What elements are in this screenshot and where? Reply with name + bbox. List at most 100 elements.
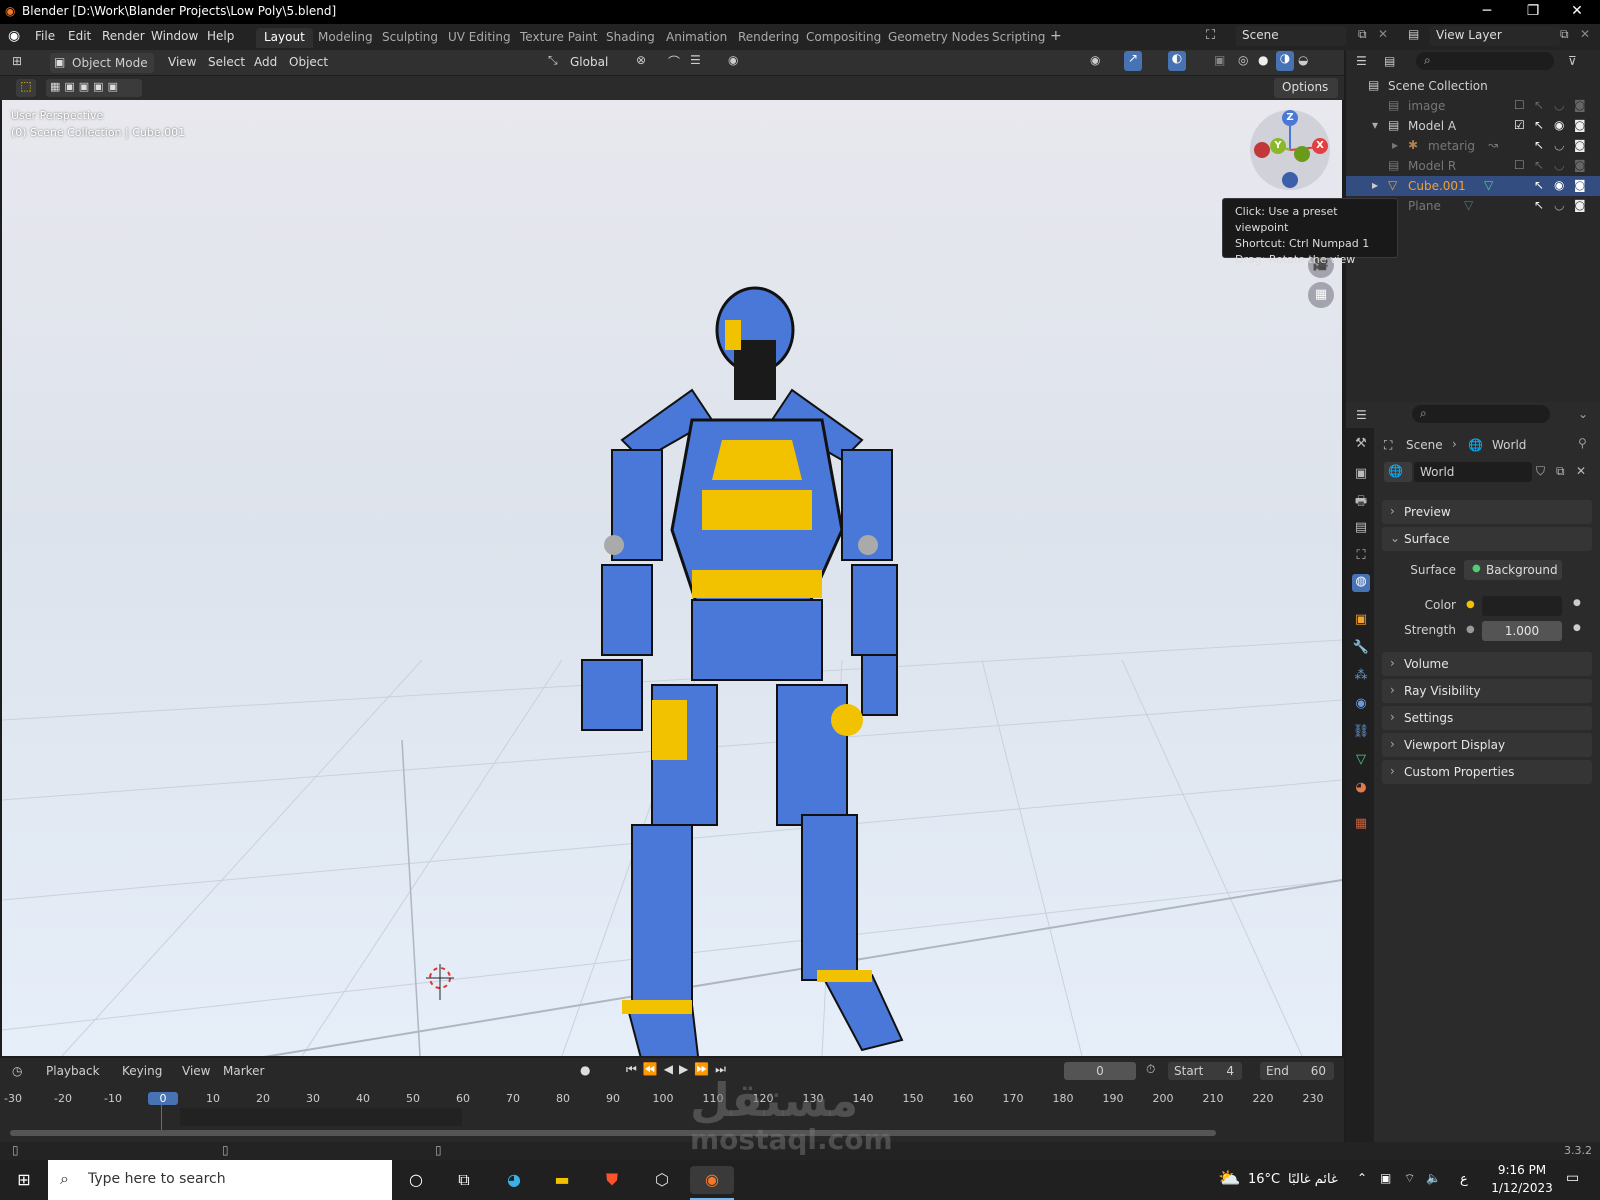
data-tab-icon[interactable]: ▽ xyxy=(1352,752,1370,770)
rendered-shading-icon[interactable]: ◒ xyxy=(1298,53,1308,67)
menu-edit[interactable]: Edit xyxy=(68,29,91,43)
panel-custom-properties[interactable]: › Custom Properties xyxy=(1382,760,1592,784)
robot-model[interactable] xyxy=(581,286,904,1056)
visibility-hidden-icon[interactable]: ◡ xyxy=(1554,98,1564,112)
proportional-edit-icon[interactable]: ◉ xyxy=(728,53,738,67)
edge-browser-icon[interactable]: ◕ xyxy=(500,1166,528,1194)
outliner-row-metarig[interactable]: ▸ ✱ metarig ↝ ↖ ◡ ◙ xyxy=(1346,136,1600,156)
outliner-row-cube-001[interactable]: ▸ ▽ Cube.001 ▽ ↖ ◉ ◙ xyxy=(1346,176,1600,196)
scene-icon[interactable]: ⛶ xyxy=(1206,28,1215,43)
menu-view[interactable]: View xyxy=(168,55,196,69)
start-frame-field[interactable]: Start 4 xyxy=(1168,1062,1242,1080)
breadcrumb-world[interactable]: World xyxy=(1492,438,1526,452)
visibility-hidden-icon[interactable]: ◡ xyxy=(1554,138,1564,152)
end-frame-field[interactable]: End 60 xyxy=(1260,1062,1334,1080)
panel-surface[interactable]: ⌄ Surface xyxy=(1382,527,1592,551)
object-tab-icon[interactable]: ▣ xyxy=(1352,612,1370,630)
transform-orientation[interactable]: Global xyxy=(570,55,608,69)
menu-select[interactable]: Select xyxy=(208,55,245,69)
editor-type-icon[interactable]: ⊞ xyxy=(12,54,22,68)
menu-add[interactable]: Add xyxy=(254,55,277,69)
device-icon[interactable]: ▣ xyxy=(1380,1171,1391,1185)
tab-uv-editing[interactable]: UV Editing xyxy=(440,28,519,48)
unlink-world-icon[interactable]: ✕ xyxy=(1576,464,1586,478)
world-tab-icon[interactable]: ◍ xyxy=(1352,574,1370,592)
visibility-hidden-icon[interactable]: ◡ xyxy=(1554,198,1564,212)
auto-keying-icon[interactable]: ● xyxy=(580,1063,590,1077)
outliner-row-image[interactable]: ▤ image ☐ ↖ ◡ ◙ xyxy=(1346,96,1600,116)
keyframe-dot-icon[interactable]: ● xyxy=(1573,623,1581,633)
camera-icon[interactable]: ◙ xyxy=(1574,118,1586,132)
select-toggle-icon[interactable]: ↖ xyxy=(1534,158,1544,172)
3d-viewport[interactable]: User Perspective (0) Scene Collection | … xyxy=(2,100,1342,1056)
tab-scripting[interactable]: Scripting xyxy=(984,28,1053,48)
gizmo-x-axis[interactable]: X xyxy=(1312,138,1328,154)
breadcrumb-scene[interactable]: Scene xyxy=(1406,438,1443,452)
volume-icon[interactable]: 🔈 xyxy=(1426,1171,1441,1185)
select-toggle-icon[interactable]: ↖ xyxy=(1534,98,1544,112)
material-preview-icon[interactable]: ◑ xyxy=(1276,51,1294,71)
pin-icon[interactable]: ⚲ xyxy=(1578,436,1587,450)
surface-shader-selector[interactable]: ● Background xyxy=(1464,560,1562,580)
3d-cursor[interactable] xyxy=(426,964,454,1000)
tab-layout[interactable]: Layout xyxy=(256,28,313,48)
color-swatch[interactable] xyxy=(1482,596,1562,616)
visibility-hidden-icon[interactable]: ◡ xyxy=(1554,158,1564,172)
minimize-icon[interactable]: ─ xyxy=(1464,0,1510,24)
notifications-icon[interactable]: ▭ xyxy=(1566,1170,1579,1186)
blender-taskbar-icon[interactable]: ◉ xyxy=(690,1166,734,1194)
panel-settings[interactable]: › Settings xyxy=(1382,706,1592,730)
output-tab-icon[interactable]: 🖶 xyxy=(1352,492,1370,510)
modifier-tab-icon[interactable]: 🔧 xyxy=(1352,640,1370,658)
gizmo-y-axis[interactable]: Y xyxy=(1270,138,1286,154)
tool-tab-icon[interactable]: ⚒ xyxy=(1352,436,1370,454)
panel-preview[interactable]: › Preview xyxy=(1382,500,1592,524)
expand-icon[interactable]: ▾ xyxy=(1372,118,1378,132)
exclude-checkbox[interactable]: ☐ xyxy=(1514,158,1525,172)
clock-time[interactable]: 9:16 PM xyxy=(1490,1163,1554,1177)
fake-user-icon[interactable]: ⛉ xyxy=(1536,464,1545,479)
xray-icon[interactable]: ▣ xyxy=(1214,53,1225,67)
weather-icon[interactable]: ⛅ xyxy=(1218,1168,1240,1189)
chevron-up-icon[interactable]: ⌃ xyxy=(1357,1171,1367,1185)
camera-icon[interactable]: ◙ xyxy=(1574,178,1586,192)
select-tool-icon[interactable]: ⬚ xyxy=(16,79,36,97)
eye-icon[interactable]: ◉ xyxy=(1554,178,1564,192)
exclude-checkbox[interactable]: ☐ xyxy=(1514,98,1525,112)
windows-start-icon[interactable]: ⊞ xyxy=(10,1166,38,1194)
panel-viewport-display[interactable]: › Viewport Display xyxy=(1382,733,1592,757)
constraints-tab-icon[interactable]: ⛓ xyxy=(1352,724,1370,742)
camera-icon[interactable]: ◙ xyxy=(1574,138,1586,152)
world-name-field[interactable]: World xyxy=(1414,462,1532,482)
render-toggle-icon[interactable]: ◙ xyxy=(1574,158,1586,172)
tab-texture-paint[interactable]: Texture Paint xyxy=(512,28,605,48)
particles-tab-icon[interactable]: ⁂ xyxy=(1352,668,1370,686)
wifi-icon[interactable]: ⌔ xyxy=(1404,1171,1415,1186)
gizmo-neg-x[interactable] xyxy=(1254,142,1270,158)
panel-ray-visibility[interactable]: › Ray Visibility xyxy=(1382,679,1592,703)
expand-icon[interactable]: ▸ xyxy=(1372,178,1378,192)
restore-icon[interactable]: ❐ xyxy=(1510,0,1556,24)
tab-animation[interactable]: Animation xyxy=(658,28,735,48)
menu-keying[interactable]: Keying xyxy=(122,1064,162,1078)
camera-icon[interactable]: ◙ xyxy=(1574,198,1586,212)
selection-mode-icons[interactable]: ▦▣▣▣▣ xyxy=(46,79,142,97)
menu-object[interactable]: Object xyxy=(289,55,328,69)
clock-date[interactable]: 1/12/2023 xyxy=(1486,1181,1558,1195)
outliner-editor-icon[interactable]: ☰ xyxy=(1356,54,1367,68)
properties-editor-icon[interactable]: ☰ xyxy=(1356,408,1367,422)
pivot-icon[interactable]: ⊗ xyxy=(636,53,646,67)
expand-icon[interactable]: ▸ xyxy=(1392,138,1398,152)
tab-shading[interactable]: Shading xyxy=(598,28,663,48)
menu-timeline-view[interactable]: View xyxy=(182,1064,210,1078)
snap-icon[interactable]: ⌒ xyxy=(668,53,680,70)
tab-sculpting[interactable]: Sculpting xyxy=(374,28,446,48)
display-mode-icon[interactable]: ▤ xyxy=(1384,54,1395,68)
texture-tab-icon[interactable]: ▦ xyxy=(1352,816,1370,834)
tab-compositing[interactable]: Compositing xyxy=(798,28,889,48)
new-view-layer-icon[interactable]: ⧉ xyxy=(1560,27,1569,42)
overlay-toggle-icon[interactable]: ◐ xyxy=(1168,51,1186,71)
delete-scene-icon[interactable]: ✕ xyxy=(1378,27,1388,41)
select-toggle-icon[interactable]: ↖ xyxy=(1534,178,1544,192)
tab-geometry-nodes[interactable]: Geometry Nodes xyxy=(880,28,997,48)
